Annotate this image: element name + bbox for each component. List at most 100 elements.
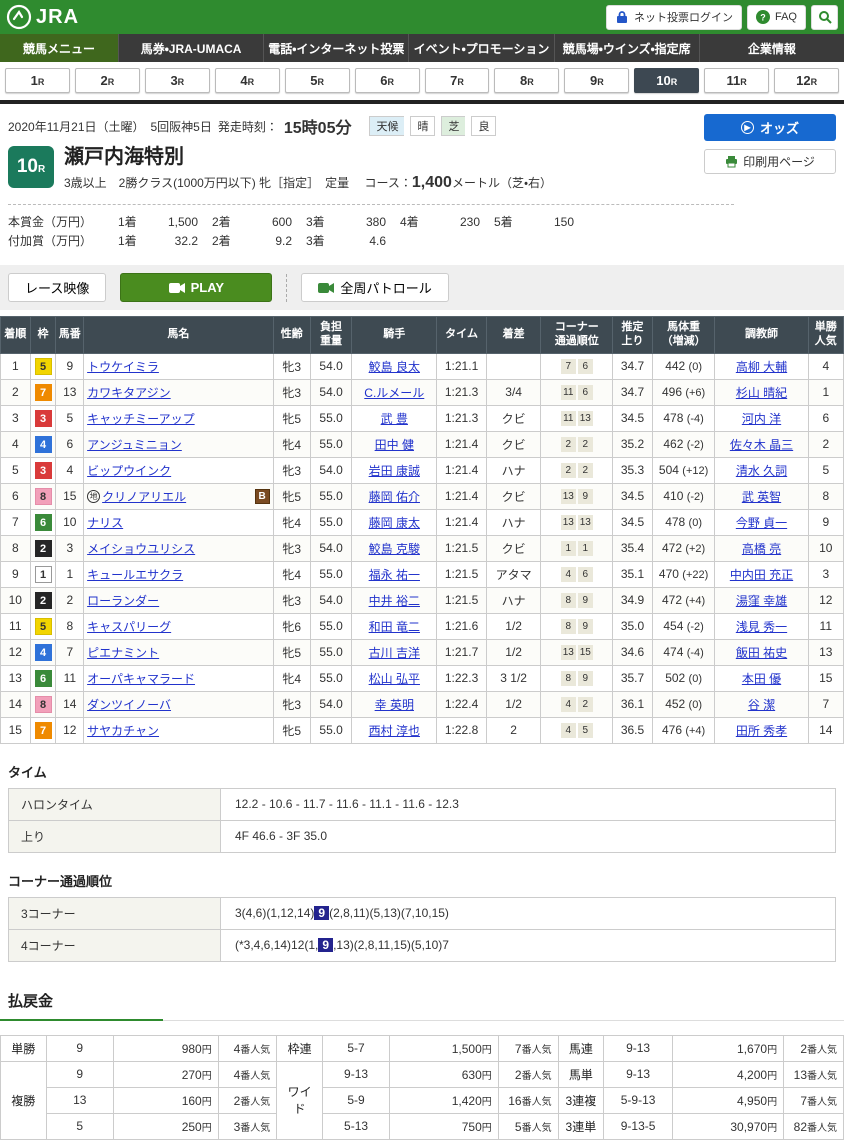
trainer-link[interactable]: 今野 貞一 — [736, 516, 787, 530]
trainer-link[interactable]: 高柳 大輔 — [736, 360, 787, 374]
odds-button[interactable]: ▶ オッズ — [704, 114, 836, 141]
time-table: ハロンタイム12.2 - 10.6 - 11.7 - 11.6 - 11.1 -… — [8, 788, 836, 853]
trainer-link[interactable]: 本田 優 — [742, 672, 781, 686]
race-tab-7R[interactable]: 7R — [425, 68, 490, 93]
winner-highlight: 9 — [318, 938, 333, 952]
trainer-link[interactable]: 湯窪 幸雄 — [736, 594, 787, 608]
patrol-video-button[interactable]: 全周パトロール — [301, 273, 448, 302]
jockey-link[interactable]: 田中 健 — [375, 438, 414, 452]
race-tab-11R[interactable]: 11R — [704, 68, 769, 93]
bet-type-sanrenpuku: 3連複 — [558, 1087, 604, 1113]
horse-name-link[interactable]: ローランダー — [87, 592, 159, 609]
trainer-link[interactable]: 河内 洋 — [742, 412, 781, 426]
body-weight: 502 (0) — [652, 665, 715, 691]
trainer-cell: 田所 秀孝 — [715, 717, 808, 743]
jockey-link[interactable]: 和田 竜二 — [369, 620, 420, 634]
trainer-link[interactable]: 武 英智 — [742, 490, 781, 504]
play-button[interactable]: PLAY — [120, 273, 272, 302]
horse-name-cell: 地クリノアリエルB — [84, 483, 274, 509]
race-tab-6R[interactable]: 6R — [355, 68, 420, 93]
trainer-cell: 飯田 祐史 — [715, 639, 808, 665]
race-tab-3R[interactable]: 3R — [145, 68, 210, 93]
horse-name-link[interactable]: キャッチミーアップ — [87, 410, 195, 427]
horse-name-link[interactable]: オーパキャマラード — [87, 670, 195, 687]
jockey-link[interactable]: 幸 英明 — [375, 698, 414, 712]
trainer-link[interactable]: 清水 久詞 — [736, 464, 787, 478]
trainer-link[interactable]: 飯田 祐史 — [736, 646, 787, 660]
jockey-link[interactable]: 藤岡 佑介 — [369, 490, 420, 504]
jra-logo[interactable]: JRA — [6, 4, 79, 30]
race-tabs: 1R2R3R4R5R6R7R8R9R10R11R12R — [0, 62, 844, 104]
jockey-link[interactable]: 中井 裕二 — [369, 594, 420, 608]
race-tab-5R[interactable]: 5R — [285, 68, 350, 93]
jockey-link[interactable]: 藤岡 康太 — [369, 516, 420, 530]
trainer-link[interactable]: 谷 潔 — [748, 698, 775, 712]
nav-item-3[interactable]: イベント・プロモーション — [408, 34, 553, 62]
jockey-link[interactable]: 西村 淳也 — [369, 724, 420, 738]
results-column-header: 馬体重 （増減） — [652, 317, 715, 354]
horse-name-link[interactable]: ビップウインク — [87, 462, 171, 479]
corner-position-chip: 6 — [578, 385, 593, 400]
trainer-link[interactable]: 田所 秀孝 — [736, 724, 787, 738]
faq-button[interactable]: ? FAQ — [747, 5, 806, 30]
net-voting-login-button[interactable]: ネット投票ログイン — [606, 5, 742, 30]
corner-position-chip: 9 — [578, 489, 593, 504]
nav-item-0[interactable]: 競馬メニュー — [0, 34, 118, 62]
prize-money: 本賞金（万円）1着1,5002着6003着3804着2305着150付加賞（万円… — [8, 204, 734, 261]
horse-name-link[interactable]: メイショウユリシス — [87, 540, 195, 557]
jockey-link[interactable]: 福永 祐一 — [369, 568, 420, 582]
race-tab-1R[interactable]: 1R — [5, 68, 70, 93]
bet-type-wakuren: 枠連 — [277, 1035, 323, 1061]
horse-name-link[interactable]: サヤカチャン — [87, 722, 159, 739]
horse-number: 8 — [56, 613, 84, 639]
race-tab-10R[interactable]: 10R — [634, 68, 699, 93]
race-tab-12R[interactable]: 12R — [774, 68, 839, 93]
horse-name-cell: カワキタアジン — [84, 379, 274, 405]
bet-type-sanrentan: 3連単 — [558, 1113, 604, 1139]
horse-name-link[interactable]: クリノアリエル — [102, 488, 186, 505]
corner-position-chip: 4 — [561, 723, 576, 738]
nav-item-4[interactable]: 競馬場・ウインズ・指定席 — [554, 34, 699, 62]
turf-label: 芝 — [441, 116, 465, 136]
bracket-chip: 8 — [35, 696, 52, 713]
trainer-link[interactable]: 佐々木 晶三 — [730, 438, 793, 452]
payout-row: 5 250円 3番人気 5-13 750円 5番人気 3連単 9-13-5 30… — [1, 1113, 844, 1139]
last-3f: 34.6 — [613, 639, 653, 665]
jockey-link[interactable]: 武 豊 — [381, 412, 408, 426]
jockey-link[interactable]: 鮫島 克駿 — [369, 542, 420, 556]
trainer-link[interactable]: 杉山 晴紀 — [736, 386, 787, 400]
jockey-link[interactable]: 岩田 康誠 — [369, 464, 420, 478]
horse-name-link[interactable]: ピエナミント — [87, 644, 159, 661]
jockey-link[interactable]: C.ルメール — [364, 386, 424, 400]
nav-item-2[interactable]: 電話・インターネット投票 — [263, 34, 408, 62]
race-tab-4R[interactable]: 4R — [215, 68, 280, 93]
nav-item-5[interactable]: 企業情報 — [699, 34, 844, 62]
horse-name-link[interactable]: アンジュミニョン — [87, 436, 182, 453]
search-icon — [818, 10, 832, 24]
trainer-link[interactable]: 中内田 充正 — [730, 568, 793, 582]
search-button[interactable] — [811, 5, 838, 30]
horse-name-link[interactable]: トウケイミラ — [87, 358, 159, 375]
jockey-link[interactable]: 松山 弘平 — [369, 672, 420, 686]
nav-item-1[interactable]: 馬券・JRA-UMACA — [118, 34, 263, 62]
bracket-chip: 8 — [35, 488, 52, 505]
trainer-link[interactable]: 高橋 亮 — [742, 542, 781, 556]
horse-name-cell: ローランダー — [84, 587, 274, 613]
bracket-number: 8 — [30, 483, 56, 509]
print-page-button[interactable]: 印刷用ページ — [704, 149, 836, 174]
horse-name-link[interactable]: ナリス — [87, 514, 123, 531]
horse-name-link[interactable]: カワキタアジン — [87, 384, 171, 401]
race-tab-2R[interactable]: 2R — [75, 68, 140, 93]
race-tab-9R[interactable]: 9R — [564, 68, 629, 93]
trainer-link[interactable]: 浅見 秀一 — [736, 620, 787, 634]
horse-name-link[interactable]: キャスパリーグ — [87, 618, 171, 635]
horse-name-link[interactable]: ダンツイノーバ — [87, 696, 171, 713]
horse-name-link[interactable]: キュールエサクラ — [87, 566, 183, 583]
jockey-link[interactable]: 鮫島 良太 — [369, 360, 420, 374]
jockey-link[interactable]: 古川 吉洋 — [369, 646, 420, 660]
body-weight-diff: (-2) — [687, 491, 704, 503]
race-video-button[interactable]: レース映像 — [8, 273, 106, 302]
results-column-header: 騎手 — [352, 317, 437, 354]
arrow-circle-icon: ▶ — [741, 121, 754, 134]
race-tab-8R[interactable]: 8R — [494, 68, 559, 93]
